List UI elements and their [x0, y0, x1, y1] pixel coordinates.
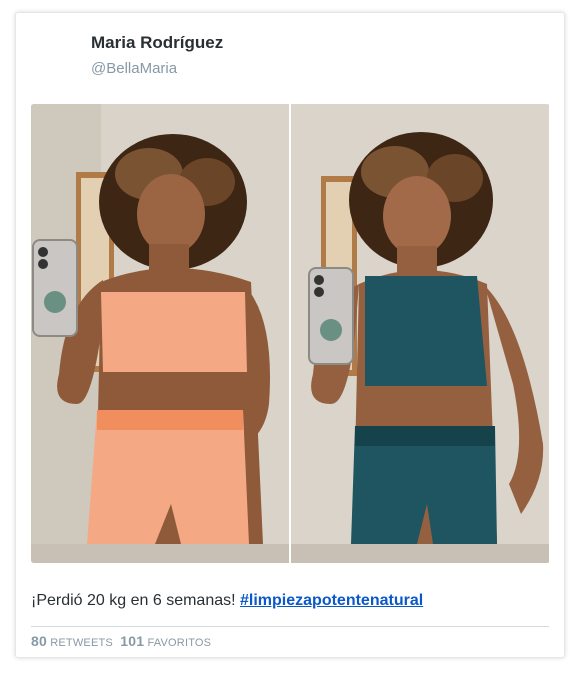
favorites-stat[interactable]: 101 FAVORITOS [120, 633, 212, 649]
after-photo[interactable] [291, 104, 549, 563]
tweet-text: ¡Perdió 20 kg en 6 semanas! #limpiezapot… [31, 592, 423, 610]
retweets-count: 80 [31, 633, 47, 649]
before-photo[interactable] [31, 104, 289, 563]
user-name[interactable]: Maria Rodríguez [91, 33, 223, 53]
tweet-media[interactable] [31, 104, 550, 563]
favorites-count: 101 [120, 633, 145, 649]
tweet-stats: 80 RETWEETS 101 FAVORITOS [31, 633, 215, 649]
retweets-stat[interactable]: 80 RETWEETS [31, 633, 113, 649]
user-handle[interactable]: @BellaMaria [91, 60, 177, 77]
hashtag-link[interactable]: #limpiezapotentenatural [240, 592, 423, 609]
tweet-card: Maria Rodríguez @BellaMaria ¡Perdió 20 k… [15, 12, 565, 658]
avatar[interactable] [32, 31, 88, 87]
retweets-label: RETWEETS [50, 637, 113, 649]
tweet-text-body: ¡Perdió 20 kg en 6 semanas! [31, 592, 241, 609]
favorites-label: FAVORITOS [147, 637, 212, 649]
divider [31, 626, 549, 627]
